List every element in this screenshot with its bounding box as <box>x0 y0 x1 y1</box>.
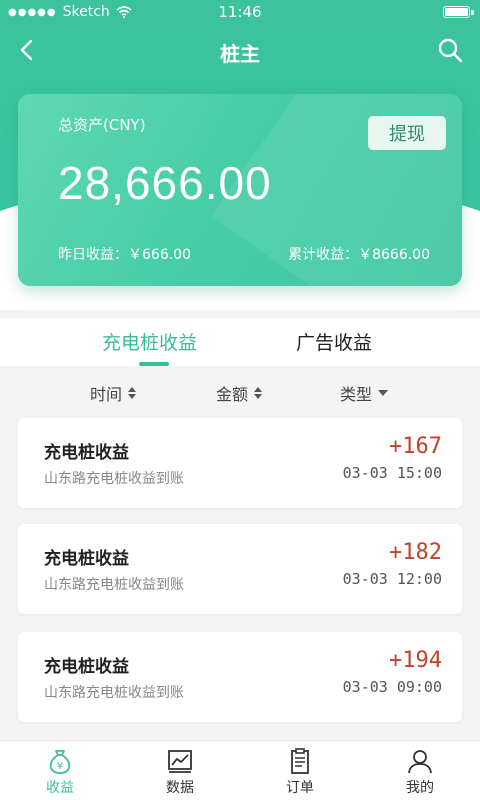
sort-icon <box>128 387 137 399</box>
record-title: 充电桩收益 <box>44 549 129 569</box>
record-title: 充电桩收益 <box>44 443 129 463</box>
filter-amount[interactable]: 金额 <box>216 381 263 405</box>
filter-time-label: 时间 <box>90 385 123 404</box>
earnings-tabs: 充电桩收益 广告收益 <box>0 318 480 366</box>
status-time: 11:46 <box>218 3 262 21</box>
filter-amount-label: 金额 <box>216 385 249 404</box>
yesterday-earnings: 昨日收益：￥666.00 <box>58 247 191 263</box>
cumulative-earnings: 累计收益：￥8666.00 <box>288 247 430 263</box>
tabbar-label: 我的 <box>406 780 434 796</box>
tabbar-item-profile[interactable]: 我的 <box>360 747 480 797</box>
asset-card: 总资产(CNY) 提现 28,666.00 昨日收益：￥666.00 累计收益：… <box>18 94 462 286</box>
page-title: 桩主 <box>220 42 260 66</box>
record-title: 充电桩收益 <box>44 657 129 677</box>
filter-type[interactable]: 类型 <box>340 381 389 405</box>
money-bag-icon: ¥ <box>49 750 71 774</box>
list-item[interactable]: 充电桩收益 山东路充电桩收益到账 +182 03-03 12:00 <box>18 524 462 614</box>
chart-icon <box>168 750 192 773</box>
record-description: 山东路充电桩收益到账 <box>44 685 184 701</box>
record-time: 03-03 15:00 <box>342 464 442 482</box>
caret-down-icon <box>378 390 389 396</box>
record-amount: +194 <box>389 648 442 673</box>
sort-icon <box>254 387 263 399</box>
record-description: 山东路充电桩收益到账 <box>44 471 184 487</box>
tabbar-item-earnings[interactable]: ¥ 收益 <box>0 747 120 797</box>
tabbar-label: 收益 <box>46 780 74 796</box>
record-amount: +182 <box>389 540 442 565</box>
record-time: 03-03 09:00 <box>342 678 442 696</box>
battery-icon <box>443 6 474 18</box>
filter-type-label: 类型 <box>340 385 373 404</box>
nav-bar: 桩主 <box>0 28 480 72</box>
list-item[interactable]: 充电桩收益 山东路充电桩收益到账 +194 03-03 09:00 <box>18 632 462 722</box>
filter-bar: 时间 金额 类型 <box>0 368 480 414</box>
tabbar-label: 数据 <box>166 780 194 796</box>
clipboard-icon <box>291 748 309 774</box>
total-assets-amount: 28,666.00 <box>58 157 272 209</box>
tab-charging-earnings[interactable]: 充电桩收益 <box>102 328 197 355</box>
total-assets-label: 总资产(CNY) <box>58 116 146 134</box>
bottom-tabbar: ¥ 收益 数据 订单 我的 <box>0 740 480 800</box>
tabbar-item-data[interactable]: 数据 <box>120 747 240 797</box>
user-icon <box>408 750 432 774</box>
record-description: 山东路充电桩收益到账 <box>44 577 184 593</box>
record-amount: +167 <box>389 434 442 459</box>
active-tab-indicator <box>139 362 169 366</box>
list-item[interactable]: 充电桩收益 山东路充电桩收益到账 +167 03-03 15:00 <box>18 418 462 508</box>
filter-time[interactable]: 时间 <box>90 381 137 405</box>
search-icon[interactable] <box>436 36 464 64</box>
record-time: 03-03 12:00 <box>342 570 442 588</box>
tab-ad-earnings[interactable]: 广告收益 <box>296 328 372 355</box>
svg-text:¥: ¥ <box>57 761 63 772</box>
withdraw-button[interactable]: 提现 <box>368 116 446 150</box>
tabbar-item-orders[interactable]: 订单 <box>240 747 360 797</box>
status-bar: ●●●●● Sketch 11:46 <box>0 0 480 24</box>
tabbar-label: 订单 <box>286 780 314 796</box>
